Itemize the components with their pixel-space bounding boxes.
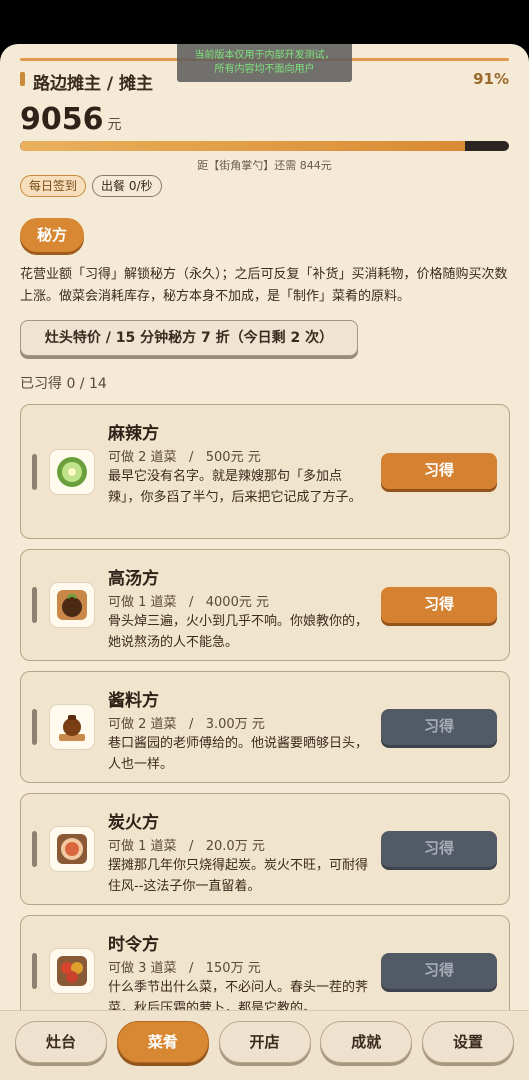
daily-checkin-button[interactable]: 每日签到 bbox=[20, 175, 87, 197]
pepper-bowl-icon bbox=[49, 448, 95, 495]
learn-button[interactable]: 习得 bbox=[381, 587, 497, 623]
charcoal-plate-icon bbox=[49, 826, 95, 872]
card-handle bbox=[32, 453, 37, 490]
rank-progress-fill bbox=[20, 141, 465, 151]
nav-settings[interactable]: 设置 bbox=[422, 1021, 514, 1063]
learned-count: 已习得 0 / 14 bbox=[20, 376, 107, 392]
chip-row: 每日签到 出餐 0/秒 bbox=[20, 175, 162, 197]
recipe-meta: 可做 1 道菜 / 20.0万 元 bbox=[108, 839, 265, 854]
sauce-jar-icon bbox=[49, 704, 95, 750]
recipe-flavor-text: 骨头焯三遍，火小到几乎不响。你娘教你的，她说熬汤的人不能急。 bbox=[108, 614, 369, 650]
nav-open-shop[interactable]: 开店 bbox=[218, 1021, 311, 1063]
recipe-name: 高汤方 bbox=[108, 569, 159, 589]
recipe-flavor-text: 摆摊那几年你只烧得起炭。炭火不旺，可耐得住风--这法子你一直留着。 bbox=[108, 858, 369, 894]
recipe-flavor-text: 最早它没有名字。就是辣嫂那句「多加点辣」，你多舀了半勺，后来把它记成了方子。 bbox=[108, 469, 362, 505]
recipe-meta: 可做 1 道菜 / 4000元 元 bbox=[108, 595, 269, 610]
main-panel: 路边摊主 / 摊主 91% 9056 元 距【街角掌勺】还需 844元 每日签到 … bbox=[0, 44, 529, 1080]
recipes-section-tag[interactable]: 秘方 bbox=[20, 218, 84, 252]
special-offer-button[interactable]: 灶头特价 / 15 分钟秘方 7 折（今日剩 2 次） bbox=[20, 320, 358, 356]
recipe-name: 时令方 bbox=[108, 935, 159, 955]
dev-banner-line: 所有内容均不面向用户 bbox=[214, 64, 315, 75]
nav-stove[interactable]: 灶台 bbox=[15, 1021, 107, 1063]
bottom-nav: 灶台 菜肴 开店 成就 设置 bbox=[0, 1010, 529, 1080]
recipe-flavor-text: 巷口酱园的老师傅给的。他说酱要晒够日头，人也一样。 bbox=[108, 736, 369, 772]
card-handle bbox=[32, 831, 37, 867]
title-marker bbox=[20, 72, 25, 86]
recipe-card: 酱料方 可做 2 道菜 / 3.00万 元 巷口酱园的老师傅给的。他说酱要晒够日… bbox=[20, 671, 510, 783]
learn-button[interactable]: 习得 bbox=[381, 453, 497, 489]
recipe-name: 酱料方 bbox=[108, 691, 159, 711]
progress-percent: 91% bbox=[473, 70, 509, 88]
recipe-meta: 可做 3 道菜 / 150万 元 bbox=[108, 961, 261, 976]
money-display: 9056 元 bbox=[20, 102, 122, 137]
learn-button[interactable]: 习得 bbox=[381, 953, 497, 989]
learn-button[interactable]: 习得 bbox=[381, 831, 497, 867]
rank-progress-bar bbox=[20, 141, 509, 151]
dev-build-banner: 当前版本仅用于内部开发测试， 所有内容均不面向用户 bbox=[177, 44, 352, 82]
rank-title: 路边摊主 / 摊主 bbox=[33, 74, 154, 94]
money-unit: 元 bbox=[107, 117, 122, 133]
card-handle bbox=[32, 953, 37, 989]
nav-achievements[interactable]: 成就 bbox=[320, 1021, 413, 1063]
recipe-name: 炭火方 bbox=[108, 813, 159, 833]
learn-button[interactable]: 习得 bbox=[381, 709, 497, 745]
money-amount: 9056 bbox=[20, 102, 104, 137]
recipe-meta: 可做 2 道菜 / 500元 元 bbox=[108, 450, 261, 465]
recipe-meta: 可做 2 道菜 / 3.00万 元 bbox=[108, 717, 265, 732]
recipes-description: 花营业额「习得」解锁秘方（永久）；之后可反复「补货」买消耗物，价格随购买次数上涨… bbox=[20, 267, 508, 304]
soup-pot-icon bbox=[49, 582, 95, 628]
progress-note: 距【街角掌勺】还需 844元 bbox=[197, 159, 332, 172]
seasonal-veg-icon bbox=[49, 948, 95, 994]
recipe-name: 麻辣方 bbox=[108, 424, 159, 444]
recipe-card: 麻辣方 可做 2 道菜 / 500元 元 最早它没有名字。就是辣嫂那句「多加点辣… bbox=[20, 404, 510, 539]
card-handle bbox=[32, 709, 37, 745]
recipe-card: 炭火方 可做 1 道菜 / 20.0万 元 摆摊那几年你只烧得起炭。炭火不旺，可… bbox=[20, 793, 510, 905]
recipe-card: 高汤方 可做 1 道菜 / 4000元 元 骨头焯三遍，火小到几乎不响。你娘教你… bbox=[20, 549, 510, 661]
card-handle bbox=[32, 587, 37, 623]
dev-banner-line: 当前版本仅用于内部开发测试， bbox=[194, 50, 335, 61]
serve-rate-badge: 出餐 0/秒 bbox=[92, 175, 162, 197]
nav-dishes[interactable]: 菜肴 bbox=[116, 1021, 209, 1063]
recipe-list: 麻辣方 可做 2 道菜 / 500元 元 最早它没有名字。就是辣嫂那句「多加点辣… bbox=[20, 404, 510, 1037]
